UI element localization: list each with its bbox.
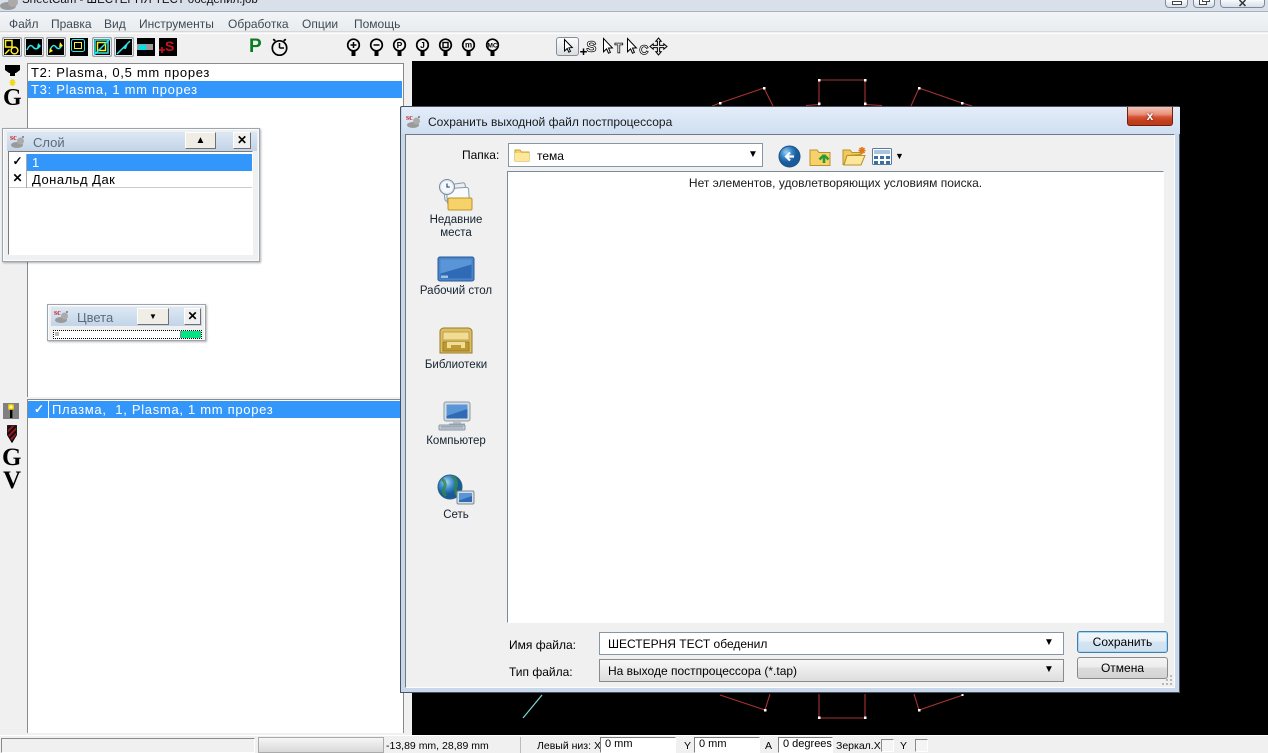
svg-text:S: S <box>165 38 174 54</box>
svg-text:P: P <box>397 40 403 50</box>
svg-text:m: m <box>465 41 472 50</box>
svg-text:T: T <box>615 42 623 56</box>
svg-text:C: C <box>640 43 649 57</box>
svg-text:S: S <box>587 40 597 56</box>
svg-text:J: J <box>420 40 425 50</box>
svg-text:sc: sc <box>406 113 413 122</box>
svg-text:sc: sc <box>54 308 61 317</box>
svg-text:sc: sc <box>10 133 17 142</box>
svg-text:MC: MC <box>487 43 497 50</box>
